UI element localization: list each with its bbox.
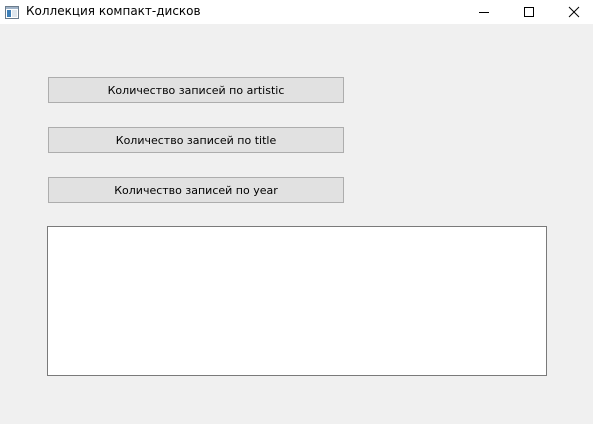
count-by-year-button[interactable]: Количество записей по year (48, 177, 344, 203)
count-by-title-button[interactable]: Количество записей по title (48, 127, 344, 153)
close-icon (568, 3, 580, 22)
minimize-icon (478, 3, 490, 22)
maximize-icon (523, 3, 535, 22)
count-by-artistic-button[interactable]: Количество записей по artistic (48, 77, 344, 103)
window-title: Коллекция компакт-дисков (26, 4, 201, 18)
minimize-button[interactable] (461, 0, 507, 24)
output-text-area[interactable] (47, 226, 547, 376)
close-button[interactable] (551, 0, 593, 24)
app-window-icon[interactable] (5, 4, 19, 19)
title-bar[interactable]: Коллекция компакт-дисков (0, 0, 593, 24)
maximize-button[interactable] (506, 0, 552, 24)
app-window: Коллекция компакт-дисков Количество запи… (0, 0, 593, 424)
